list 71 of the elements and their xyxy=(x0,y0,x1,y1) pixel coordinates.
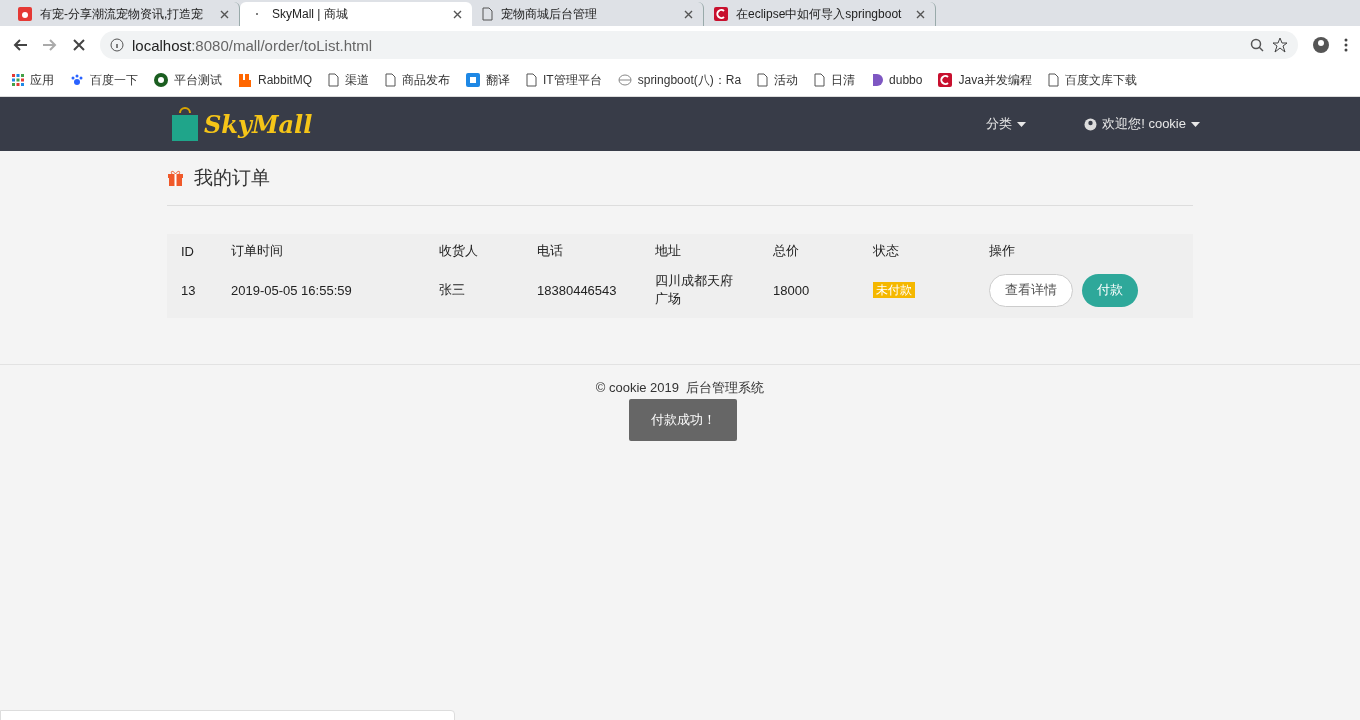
status-tag: 未付款 xyxy=(873,281,915,298)
bookmark[interactable]: dubbo xyxy=(871,73,923,87)
footer-text: © cookie 2019 后台管理系统 xyxy=(595,380,765,395)
close-icon[interactable] xyxy=(684,9,693,19)
table-cell: 13 xyxy=(181,282,196,298)
bookmark[interactable]: springboot(八)：Ra xyxy=(617,71,742,89)
column-header: 地址 xyxy=(641,234,759,268)
d-logo-icon xyxy=(871,73,884,87)
apps-icon xyxy=(12,74,24,86)
caret-icon xyxy=(1191,121,1200,127)
page-icon xyxy=(482,7,493,21)
page-icon xyxy=(814,73,826,87)
column-header: 操作 xyxy=(975,234,1193,268)
browser-tab[interactable]: SkyMall | 商城 xyxy=(240,2,472,26)
table-cell: 18380446543 xyxy=(537,282,617,298)
gift-icon xyxy=(167,170,184,186)
paw-icon xyxy=(70,73,84,87)
nav-menu[interactable]: 欢迎您! cookie xyxy=(1084,115,1200,133)
column-header: 电话 xyxy=(523,234,641,268)
page-icon xyxy=(757,73,769,87)
page-title: 我的订单 xyxy=(194,166,270,190)
table-cell: 18000 xyxy=(773,282,810,298)
page-icon xyxy=(526,73,538,87)
bookmark[interactable]: 日清 xyxy=(814,71,856,89)
close-icon[interactable] xyxy=(916,9,925,19)
pet-icon xyxy=(18,7,32,21)
close-icon[interactable] xyxy=(220,9,229,19)
caret-icon xyxy=(1017,121,1027,127)
menu-icon[interactable] xyxy=(1344,38,1348,52)
close-icon[interactable] xyxy=(453,9,462,19)
bookmark[interactable]: RabbitMQ xyxy=(238,73,313,87)
bookmark[interactable]: 商品发布 xyxy=(385,71,451,89)
page-icon xyxy=(1047,73,1059,87)
stop-icon[interactable] xyxy=(72,38,86,52)
c-logo-icon xyxy=(938,73,953,87)
column-header: 总价 xyxy=(759,234,859,268)
column-header: ID xyxy=(167,234,217,268)
c-logo-icon xyxy=(714,7,728,21)
user-icon xyxy=(1084,117,1098,131)
zoom-icon[interactable] xyxy=(1250,38,1264,52)
column-header: 收货人 xyxy=(425,234,523,268)
back-icon[interactable] xyxy=(12,37,28,53)
translate-icon xyxy=(466,73,481,87)
bookmark[interactable]: 翻译 xyxy=(466,71,511,89)
bag-icon xyxy=(172,107,198,141)
bookmark[interactable]: 应用 xyxy=(12,71,54,89)
table-cell: 张三 xyxy=(439,282,465,297)
bookmark[interactable]: 活动 xyxy=(757,71,799,89)
page-icon xyxy=(328,73,340,87)
info-icon xyxy=(110,38,124,52)
account-icon[interactable] xyxy=(1312,36,1330,54)
column-header: 订单时间 xyxy=(217,234,425,268)
bookmark[interactable]: IT管理平台 xyxy=(526,71,602,89)
bookmark[interactable]: 百度一下 xyxy=(70,71,138,89)
toast: 付款成功！ xyxy=(629,399,737,441)
column-header: 状态 xyxy=(859,234,975,268)
bookmark[interactable]: 平台测试 xyxy=(154,71,222,89)
bookmark[interactable]: Java并发编程 xyxy=(938,71,1032,89)
bookmark[interactable]: 渠道 xyxy=(328,71,370,89)
circle-logo-icon xyxy=(154,73,168,87)
details-button[interactable]: 查看详情 xyxy=(989,273,1073,307)
address-bar[interactable]: localhost:8080/mall/order/toList.html xyxy=(100,31,1298,59)
bookmark[interactable]: 百度文库下载 xyxy=(1047,71,1137,89)
nav-menu[interactable]: 分类 xyxy=(986,115,1027,133)
table-cell: 四川成都天府广场 xyxy=(655,273,733,306)
rabbit-logo-icon xyxy=(238,73,252,87)
star-icon[interactable] xyxy=(1272,37,1288,53)
table-cell: 2019-05-05 16:55:59 xyxy=(231,282,352,298)
globe-icon xyxy=(617,73,632,87)
page-icon xyxy=(385,73,397,87)
logo-text: SkyMall xyxy=(204,109,313,139)
